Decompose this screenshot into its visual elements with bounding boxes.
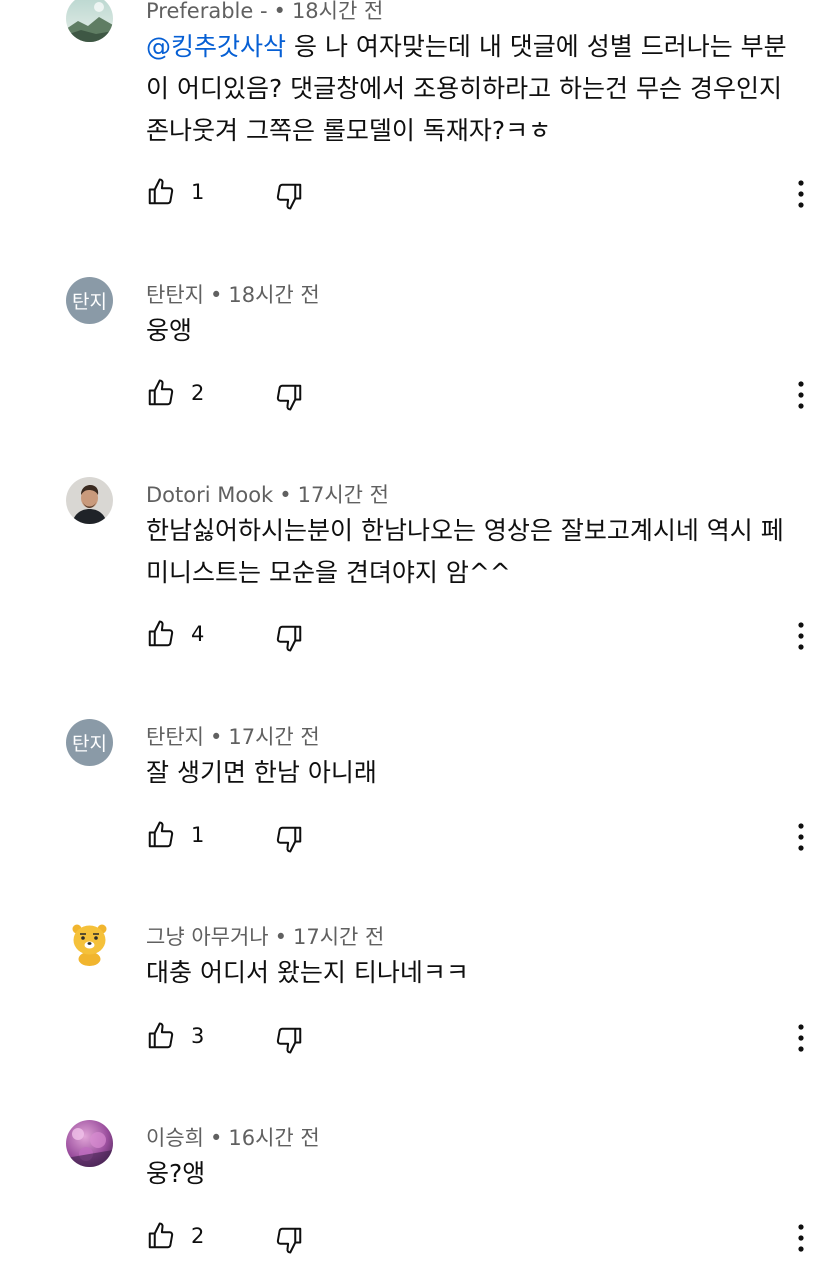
more-vertical-icon (798, 381, 804, 409)
more-options-button[interactable] (786, 177, 816, 211)
comment-body: 웅?앵 (146, 1159, 206, 1188)
lion-character-avatar-icon (66, 919, 113, 966)
meta-separator: • (274, 925, 287, 949)
dislike-button[interactable] (274, 623, 308, 657)
thumbs-down-icon (276, 826, 302, 853)
like-button[interactable] (146, 619, 180, 653)
meta-separator: • (273, 0, 286, 23)
thumbs-down-icon (276, 1027, 302, 1054)
comment-time: 16시간 전 (228, 1126, 320, 1150)
meta-separator: • (209, 283, 223, 307)
avatar[interactable] (66, 919, 113, 966)
avatar[interactable]: 탄지 (66, 277, 113, 324)
more-vertical-icon (798, 1024, 804, 1052)
comment-actions: 4 (146, 619, 816, 659)
like-count: 3 (191, 1024, 205, 1048)
avatar[interactable]: 탄지 (66, 719, 113, 766)
meta-separator: • (279, 483, 292, 507)
more-options-button[interactable] (786, 820, 816, 854)
avatar-initials: 탄지 (72, 291, 107, 313)
like-count: 2 (191, 1224, 205, 1248)
comment-text: 잘 생기면 한남 아니래 (146, 752, 806, 794)
comment-actions: 2 (146, 1221, 816, 1261)
like-count: 2 (191, 381, 205, 405)
thumbs-up-icon (148, 1022, 174, 1049)
comment-meta: 탄탄지 • 18시간 전 (146, 279, 320, 309)
landscape-avatar-icon (66, 0, 113, 42)
more-options-button[interactable] (786, 378, 816, 412)
like-button[interactable] (146, 378, 180, 412)
comment-author[interactable]: 그냥 아무거나 (146, 925, 269, 949)
dislike-button[interactable] (274, 1025, 308, 1059)
like-button[interactable] (146, 177, 180, 211)
comment-text: @킹추갓사삭 응 나 여자맞는데 내 댓글에 성별 드러나는 부분이 어디있음? … (146, 26, 806, 152)
comment-actions: 1 (146, 177, 816, 217)
comment-actions: 2 (146, 378, 816, 418)
comment-meta: Dotori Mook • 17시간 전 (146, 479, 389, 509)
thumbs-down-icon (276, 625, 302, 652)
more-vertical-icon (798, 1224, 804, 1252)
comment-meta: 탄탄지 • 17시간 전 (146, 721, 320, 751)
thumbs-up-icon (148, 379, 174, 406)
comment-meta: 이승희 • 16시간 전 (146, 1122, 320, 1152)
like-button[interactable] (146, 1021, 180, 1055)
purple-flower-avatar-icon (66, 1120, 113, 1167)
person-photo-avatar-icon (66, 477, 113, 524)
comment-actions: 3 (146, 1021, 816, 1061)
comment-text: 웅앵 (146, 310, 806, 352)
comment-meta: Preferable - • 18시간 전 (146, 0, 383, 25)
thumbs-up-icon (148, 1222, 174, 1249)
like-count: 1 (191, 823, 205, 847)
thumbs-down-icon (276, 384, 302, 411)
avatar[interactable] (66, 477, 113, 524)
comment-time: 17시간 전 (228, 725, 320, 749)
dislike-button[interactable] (274, 824, 308, 858)
comment-time: 17시간 전 (297, 483, 389, 507)
thumbs-down-icon (276, 183, 302, 210)
comment-author[interactable]: 탄탄지 (146, 283, 204, 307)
meta-separator: • (209, 725, 223, 749)
comment-author[interactable]: Preferable - (146, 0, 268, 23)
dislike-button[interactable] (274, 382, 308, 416)
thumbs-up-icon (148, 821, 174, 848)
dislike-button[interactable] (274, 1225, 308, 1259)
thumbs-up-icon (148, 178, 174, 205)
more-options-button[interactable] (786, 1221, 816, 1255)
comment-author[interactable]: Dotori Mook (146, 483, 273, 507)
comment-body: 한남싫어하시는분이 한남나오는 영상은 잘보고계시네 역시 페미니스트는 모순을… (146, 516, 784, 587)
comment-time: 17시간 전 (293, 925, 385, 949)
thumbs-up-icon (148, 620, 174, 647)
comment-time: 18시간 전 (291, 0, 384, 23)
more-vertical-icon (798, 180, 804, 208)
comment-text: 한남싫어하시는분이 한남나오는 영상은 잘보고계시네 역시 페미니스트는 모순을… (146, 510, 806, 594)
meta-separator: • (209, 1126, 223, 1150)
more-options-button[interactable] (786, 1021, 816, 1055)
dislike-button[interactable] (274, 181, 308, 215)
comment-body: 웅앵 (146, 316, 193, 345)
like-button[interactable] (146, 1221, 180, 1255)
more-vertical-icon (798, 823, 804, 851)
comment-text: 웅?앵 (146, 1153, 806, 1195)
thumbs-down-icon (276, 1227, 302, 1254)
comment-actions: 1 (146, 820, 816, 860)
avatar[interactable] (66, 1120, 113, 1167)
avatar[interactable] (66, 0, 113, 42)
comment-body: 대충 어디서 왔는지 티나네ㅋㅋ (146, 958, 469, 987)
comment-author[interactable]: 탄탄지 (146, 725, 204, 749)
comment-meta: 그냥 아무거나 • 17시간 전 (146, 921, 384, 951)
more-vertical-icon (798, 622, 804, 650)
comment-author[interactable]: 이승희 (146, 1126, 204, 1150)
avatar-initials: 탄지 (72, 733, 107, 755)
more-options-button[interactable] (786, 619, 816, 653)
comment-time: 18시간 전 (228, 283, 320, 307)
mention-link[interactable]: @킹추갓사삭 (146, 32, 286, 61)
comment-body: 잘 생기면 한남 아니래 (146, 758, 377, 787)
like-count: 1 (191, 180, 205, 204)
comment-text: 대충 어디서 왔는지 티나네ㅋㅋ (146, 952, 806, 994)
like-count: 4 (191, 622, 205, 646)
like-button[interactable] (146, 820, 180, 854)
